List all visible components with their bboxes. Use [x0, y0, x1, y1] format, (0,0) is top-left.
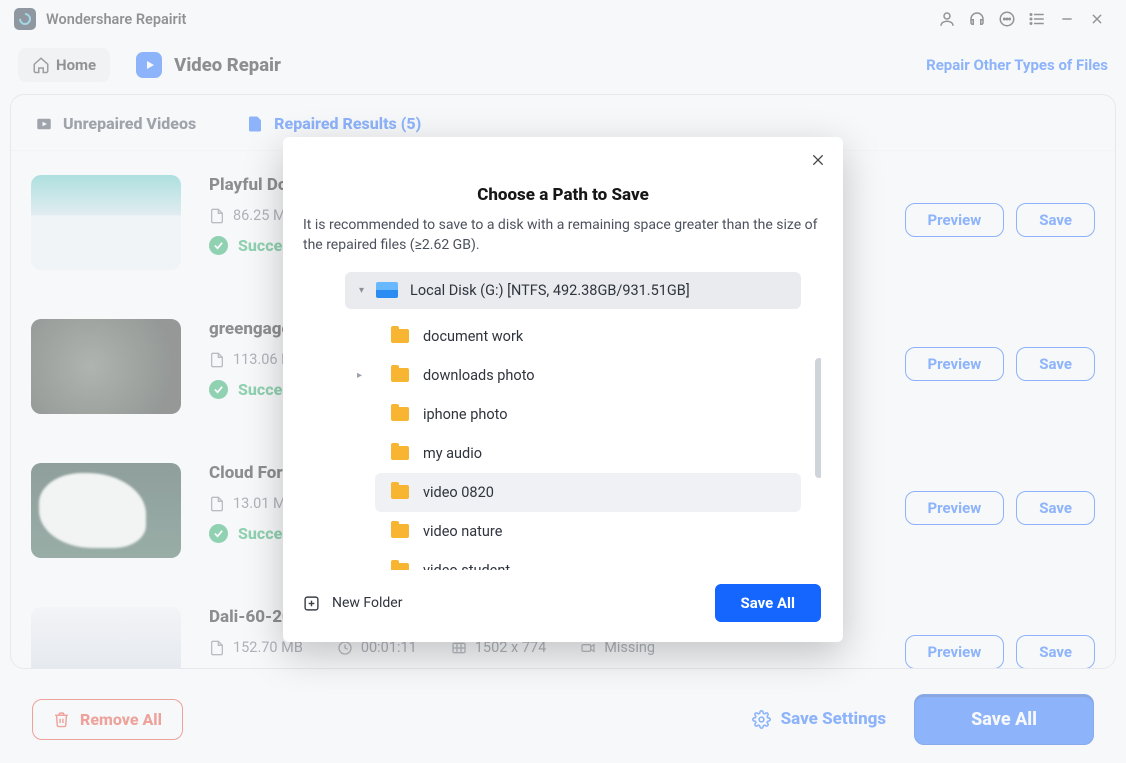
folder-label: video nature: [423, 523, 502, 540]
save-path-dialog: Choose a Path to Save It is recommended …: [283, 137, 843, 642]
folder-row[interactable]: iphone photo: [375, 395, 801, 434]
new-folder-button[interactable]: New Folder: [303, 595, 402, 612]
dialog-note: It is recommended to save to a disk with…: [283, 215, 843, 256]
new-folder-icon: [303, 595, 320, 612]
disk-row[interactable]: ▾ Local Disk (G:) [NTFS, 492.38GB/931.51…: [345, 272, 801, 309]
folder-label: document work: [423, 328, 523, 345]
folder-row[interactable]: video student: [375, 551, 801, 570]
folder-label: downloads photo: [423, 367, 535, 384]
folder-icon: [391, 485, 409, 499]
disk-icon: [376, 282, 398, 298]
folder-label: my audio: [423, 445, 482, 462]
dialog-close-button[interactable]: [805, 147, 831, 173]
chevron-right-icon: ▸: [357, 370, 362, 381]
new-folder-label: New Folder: [332, 595, 402, 611]
folder-icon: [391, 407, 409, 421]
chevron-down-icon: ▾: [359, 285, 364, 296]
dialog-title: Choose a Path to Save: [283, 185, 843, 205]
folder-icon: [391, 524, 409, 538]
folder-icon: [391, 563, 409, 570]
disk-label: Local Disk (G:) [NTFS, 492.38GB/931.51GB…: [410, 282, 690, 299]
folder-row[interactable]: my audio: [375, 434, 801, 473]
folder-row[interactable]: video 0820: [375, 473, 801, 512]
folder-label: video student: [423, 562, 510, 570]
folder-row[interactable]: ▸downloads photo: [375, 356, 801, 395]
folder-label: iphone photo: [423, 406, 508, 423]
folder-row[interactable]: document work: [375, 317, 801, 356]
folder-icon: [391, 446, 409, 460]
dialog-save-all-button[interactable]: Save All: [715, 584, 822, 622]
folder-label: video 0820: [423, 484, 494, 501]
folder-row[interactable]: video nature: [375, 512, 801, 551]
folder-tree: ▾ Local Disk (G:) [NTFS, 492.38GB/931.51…: [305, 272, 821, 570]
close-icon: [810, 152, 826, 168]
scrollbar[interactable]: [815, 358, 821, 478]
folder-icon: [391, 329, 409, 343]
folder-icon: [391, 368, 409, 382]
